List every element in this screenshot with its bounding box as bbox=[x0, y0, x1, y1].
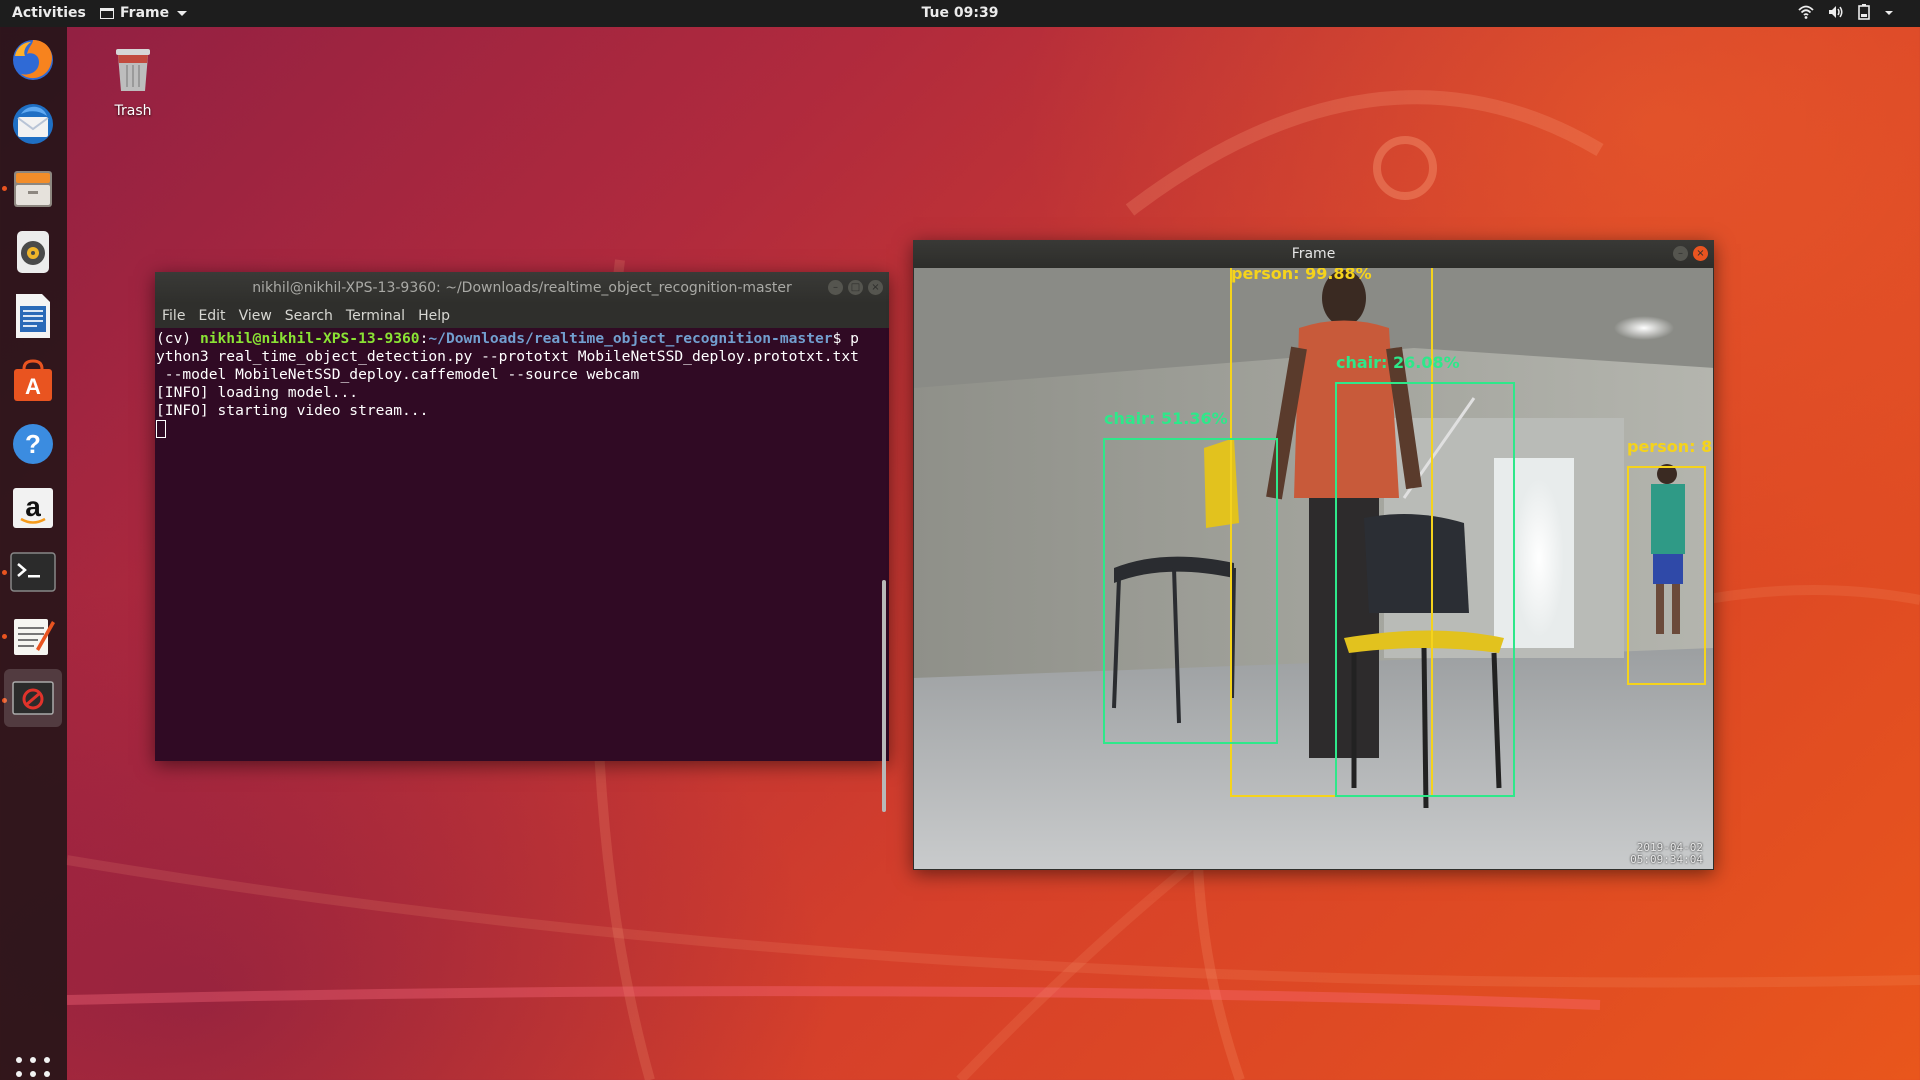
help-icon: ? bbox=[13, 424, 53, 464]
system-menu-caret-icon bbox=[1885, 11, 1893, 15]
terminal-menubar: File Edit View Search Terminal Help bbox=[155, 303, 889, 328]
video-timestamp: 2019-04-02 05:09:34:04 bbox=[1630, 842, 1703, 866]
system-tray[interactable] bbox=[1798, 4, 1894, 20]
terminal-scrollbar[interactable] bbox=[882, 580, 886, 812]
clock[interactable]: Tue 09:39 bbox=[922, 5, 999, 21]
writer-icon bbox=[16, 294, 50, 338]
menu-file[interactable]: File bbox=[162, 308, 185, 324]
dock-amazon[interactable]: a bbox=[4, 479, 62, 537]
desktop-trash[interactable]: Trash bbox=[108, 45, 158, 119]
terminal-output[interactable]: (cv) nikhil@nikhil-XPS-13-9360:~/Downloa… bbox=[155, 328, 889, 812]
rhythmbox-icon bbox=[17, 231, 49, 273]
frame-title: Frame bbox=[1291, 246, 1336, 262]
terminal-line: ython3 real_time_object_detection.py --p… bbox=[156, 348, 859, 365]
detection-box-person bbox=[1627, 466, 1706, 685]
frame-app-icon bbox=[12, 681, 54, 715]
terminal-command-line: (cv) nikhil@nikhil-XPS-13-9360:~/Downloa… bbox=[156, 330, 889, 348]
trash-icon bbox=[116, 49, 150, 91]
files-icon bbox=[14, 171, 52, 207]
svg-text:A: A bbox=[25, 374, 41, 399]
prompt-path: ~/Downloads/realtime_object_recognition-… bbox=[428, 330, 833, 347]
battery-icon bbox=[1858, 4, 1870, 20]
detection-label-person: person: 86 bbox=[1627, 437, 1713, 456]
frame-window[interactable]: Frame – × person: 99.88% chair: 26.08% c… bbox=[913, 240, 1714, 870]
dock-terminal[interactable] bbox=[4, 543, 62, 601]
dock: A ? a bbox=[0, 27, 67, 1080]
terminal-title: nikhil@nikhil-XPS-13-9360: ~/Downloads/r… bbox=[252, 279, 792, 296]
dock-help[interactable]: ? bbox=[4, 415, 62, 473]
thunderbird-icon bbox=[13, 104, 53, 144]
detection-label-chair: chair: 26.08% bbox=[1336, 353, 1460, 372]
terminal-line: --model MobileNetSSD_deploy.caffemodel -… bbox=[156, 366, 640, 383]
window-icon bbox=[100, 7, 114, 19]
detection-box-chair bbox=[1103, 438, 1278, 744]
dock-files[interactable] bbox=[4, 159, 62, 217]
menu-edit[interactable]: Edit bbox=[198, 308, 225, 324]
chevron-down-icon bbox=[177, 10, 188, 16]
terminal-line: [INFO] starting video stream... bbox=[156, 402, 429, 419]
detection-label-person: person: 99.88% bbox=[1231, 268, 1372, 283]
timestamp-time: 05:09:34:04 bbox=[1630, 853, 1703, 866]
dock-text-editor[interactable] bbox=[4, 607, 62, 665]
prompt-dollar: $ p bbox=[832, 330, 859, 347]
menu-view[interactable]: View bbox=[239, 308, 272, 324]
top-bar: Activities Frame Tue 09:39 bbox=[0, 0, 1920, 27]
minimize-button[interactable]: – bbox=[828, 280, 843, 295]
activities-button[interactable]: Activities bbox=[12, 5, 86, 21]
terminal-window[interactable]: nikhil@nikhil-XPS-13-9360: ~/Downloads/r… bbox=[155, 272, 889, 812]
dock-frame-app[interactable] bbox=[4, 669, 62, 727]
close-button[interactable]: × bbox=[868, 280, 883, 295]
dock-thunderbird[interactable] bbox=[4, 95, 62, 153]
terminal-icon bbox=[10, 552, 56, 592]
show-apps-grid-icon[interactable] bbox=[16, 1057, 50, 1080]
dock-software[interactable]: A bbox=[4, 351, 62, 409]
dock-rhythmbox[interactable] bbox=[4, 223, 62, 281]
menu-terminal[interactable]: Terminal bbox=[346, 308, 405, 324]
dock-writer[interactable] bbox=[4, 287, 62, 345]
volume-icon bbox=[1829, 6, 1843, 18]
app-menu-label: Frame bbox=[120, 5, 170, 21]
text-editor-icon bbox=[14, 619, 55, 655]
maximize-button[interactable]: □ bbox=[848, 280, 863, 295]
menu-search[interactable]: Search bbox=[285, 308, 333, 324]
menu-help[interactable]: Help bbox=[418, 308, 450, 324]
dock-firefox[interactable] bbox=[4, 31, 62, 89]
trash-label: Trash bbox=[114, 103, 152, 119]
svg-text:?: ? bbox=[25, 429, 41, 459]
detection-label-chair: chair: 51.36% bbox=[1104, 409, 1228, 428]
prompt-env: (cv) bbox=[156, 330, 200, 347]
minimize-button[interactable]: – bbox=[1673, 246, 1688, 261]
terminal-line: [INFO] loading model... bbox=[156, 384, 359, 401]
frame-titlebar[interactable]: Frame – × bbox=[913, 240, 1714, 268]
wifi-icon bbox=[1798, 5, 1814, 19]
prompt-user: nikhil@nikhil-XPS-13-9360 bbox=[199, 330, 420, 347]
video-feed: person: 99.88% chair: 26.08% chair: 51.3… bbox=[914, 268, 1713, 869]
close-button[interactable]: × bbox=[1693, 246, 1708, 261]
amazon-icon: a bbox=[13, 488, 53, 528]
terminal-titlebar[interactable]: nikhil@nikhil-XPS-13-9360: ~/Downloads/r… bbox=[155, 272, 889, 303]
terminal-cursor bbox=[156, 420, 166, 438]
firefox-icon bbox=[13, 40, 53, 80]
app-menu[interactable]: Frame bbox=[100, 5, 188, 21]
svg-text:a: a bbox=[25, 491, 41, 522]
software-icon: A bbox=[14, 359, 52, 401]
detection-box-chair bbox=[1335, 382, 1515, 797]
